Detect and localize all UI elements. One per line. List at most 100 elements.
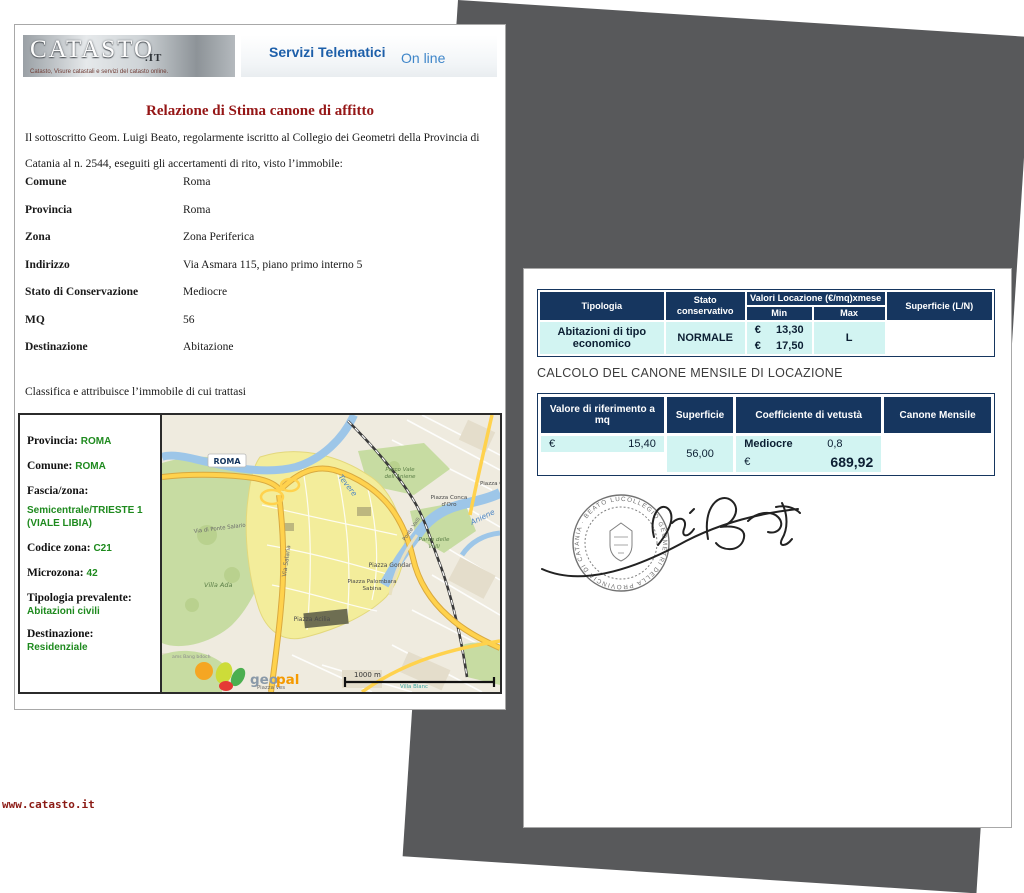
table-header-valori: Valori Locazione (€/mq)xmese [747, 292, 885, 305]
cell-max: € 17,50 [747, 338, 812, 354]
zone-info-panel: Provincia: ROMA Comune: ROMA Fascia/zona… [20, 415, 162, 692]
cell-tipologia: Abitazioni di tipo economico [540, 322, 664, 354]
stamp-icon: COLLEGIO GEOMETRI DELLA PROVINCIA DI CAT… [536, 465, 669, 591]
intro-line-1: Il sottoscritto Geom. Luigi Beato, regol… [25, 125, 497, 151]
logo-wordmark: CATASTO [30, 36, 154, 64]
field-value: Zona Periferica [183, 231, 254, 259]
svg-text:COLLEGIO GEOMETRI DELLA PROVIN: COLLEGIO GEOMETRI DELLA PROVINCIA DI CAT… [536, 465, 668, 590]
site-watermark: www.catasto.it [2, 798, 95, 811]
classification-note: Classifica e attribuisce l’immobile di c… [25, 386, 246, 398]
map-label-piazza-car: Piazza Car [480, 481, 500, 487]
cell-coefficiente: Mediocre 0,8 [736, 436, 881, 452]
coeff-value: 0,8 [827, 438, 842, 450]
services-title: Servizi Telematici [269, 44, 385, 60]
coeff-label: Mediocre [744, 438, 792, 450]
map-label-roma: ROMA [213, 457, 241, 466]
zone-item: Tipologia prevalente: Abitazioni civili [27, 592, 156, 618]
currency-symbol: € [755, 340, 761, 352]
geopal-text-pal: pal [276, 672, 299, 688]
field-row: ProvinciaRoma [25, 204, 497, 232]
cell-valore: € 15,40 [541, 436, 664, 452]
map-label-villa-blanc: Villa Blanc [400, 684, 428, 690]
map-label-parco-aniene-2: dell'Aniene [385, 474, 417, 480]
field-row: MQ56 [25, 314, 497, 342]
field-value: Roma [183, 204, 210, 232]
table-header-tipologia: Tipologia [540, 292, 664, 320]
currency-symbol: € [755, 324, 761, 336]
intro-line-2: Catania al n. 2544, eseguiti gli accerta… [25, 151, 497, 177]
zone-item: Codice zona: C21 [27, 542, 156, 555]
field-row: ComuneRoma [25, 176, 497, 204]
field-value: Abitazione [183, 341, 233, 369]
zone-label: Tipologia prevalente: [27, 592, 132, 604]
map-label-palombara-2: Sabina [362, 586, 381, 592]
city-map: ROMA Tevere Aniene Parco Vale dell'Anien… [162, 415, 500, 692]
map-label-gondar: Piazza Gondar [369, 562, 412, 569]
field-label: Zona [25, 231, 183, 259]
zone-item: Provincia: ROMA [27, 435, 156, 448]
max-value: 17,50 [776, 340, 804, 352]
map-label-parco-valli-1: Parco delle [419, 537, 450, 543]
map-image: ROMA Tevere Aniene Parco Vale dell'Anien… [162, 415, 500, 692]
map-label-conca-2: d'Oro [441, 502, 457, 508]
report-page-1: CATASTO .IT Catasto, Visure catastali e … [14, 24, 506, 710]
field-row: IndirizzoVia Asmara 115, piano primo int… [25, 259, 497, 287]
cell-min: € 13,30 [747, 322, 812, 338]
zone-label: Provincia: [27, 435, 78, 447]
min-value: 13,30 [776, 324, 804, 336]
zone-label: Microzona: [27, 567, 84, 579]
logo-tld: .IT [145, 52, 162, 64]
field-row: Stato di ConservazioneMediocre [25, 286, 497, 314]
report-title: Relazione di Stima canone di affitto [15, 103, 505, 120]
catasto-logo: CATASTO .IT Catasto, Visure catastali e … [23, 35, 235, 77]
canone-value: 689,92 [830, 454, 873, 470]
intro-paragraph: Il sottoscritto Geom. Luigi Beato, regol… [25, 125, 497, 177]
map-attribution: ams Bang bdoch [172, 654, 211, 660]
zone-label: Comune: [27, 460, 72, 472]
field-value: Roma [183, 176, 210, 204]
field-row: DestinazioneAbitazione [25, 341, 497, 369]
table-header-superficie: Superficie (L/N) [887, 292, 992, 320]
geopal-text-geo: geo [250, 672, 278, 688]
property-fields: ComuneRoma ProvinciaRoma ZonaZona Perife… [25, 176, 497, 369]
logo-tagline: Catasto, Visure catastali e servizi del … [30, 69, 168, 75]
scale-label: 1000 m [354, 671, 381, 679]
zone-and-map-box: Provincia: ROMA Comune: ROMA Fascia/zona… [18, 413, 502, 694]
valuation-table: Tipologia Stato conservativo Valori Loca… [537, 289, 995, 357]
map-label-parco-aniene-1: Parco Vale [385, 467, 415, 473]
map-label-conca-1: Piazza Conca [431, 495, 468, 501]
field-row: ZonaZona Periferica [25, 231, 497, 259]
table-header-coeff: Coefficiente di vetustà [736, 397, 881, 433]
zone-value: 42 [87, 568, 98, 579]
zone-item: Fascia/zona: [27, 485, 156, 498]
site-header: CATASTO .IT Catasto, Visure catastali e … [23, 35, 497, 77]
zone-label: Destinazione: [27, 628, 93, 640]
field-value: Mediocre [183, 286, 227, 314]
calc-section-title: CALCOLO DEL CANONE MENSILE DI LOCAZIONE [537, 366, 843, 380]
valore-value: 15,40 [628, 438, 656, 450]
field-label: Provincia [25, 204, 183, 232]
header-services-area: Servizi Telematici On line [241, 35, 497, 77]
map-label-acilia: Piazza Acilia [294, 616, 331, 623]
zone-value: Residenziale [27, 642, 88, 653]
stamp-and-signature: COLLEGIO GEOMETRI DELLA PROVINCIA DI CAT… [536, 465, 816, 620]
table-header-stato: Stato conservativo [666, 292, 745, 320]
table-header-min: Min [747, 307, 812, 320]
zone-item: Comune: ROMA [27, 460, 156, 473]
zone-value: Semicentrale/TRIESTE 1 (VIALE LIBIA) [27, 504, 156, 530]
zone-value: ROMA [81, 436, 112, 447]
zone-value: Abitazioni civili [27, 606, 100, 617]
cell-superficie: L [814, 322, 885, 354]
zone-label: Fascia/zona: [27, 485, 88, 497]
online-label: On line [401, 50, 445, 66]
currency-symbol: € [549, 438, 555, 450]
stamp-text: COLLEGIO GEOMETRI DELLA PROVINCIA DI CAT… [536, 465, 668, 590]
field-label: MQ [25, 314, 183, 342]
table-header-canone: Canone Mensile [884, 397, 991, 433]
field-label: Stato di Conservazione [25, 286, 183, 314]
map-label-villa-ada: Villa Ada [204, 581, 232, 589]
zone-value: ROMA [75, 461, 106, 472]
map-label-parco-valli-2: Valli [428, 544, 440, 550]
table-header-max: Max [814, 307, 885, 320]
field-label: Indirizzo [25, 259, 183, 287]
